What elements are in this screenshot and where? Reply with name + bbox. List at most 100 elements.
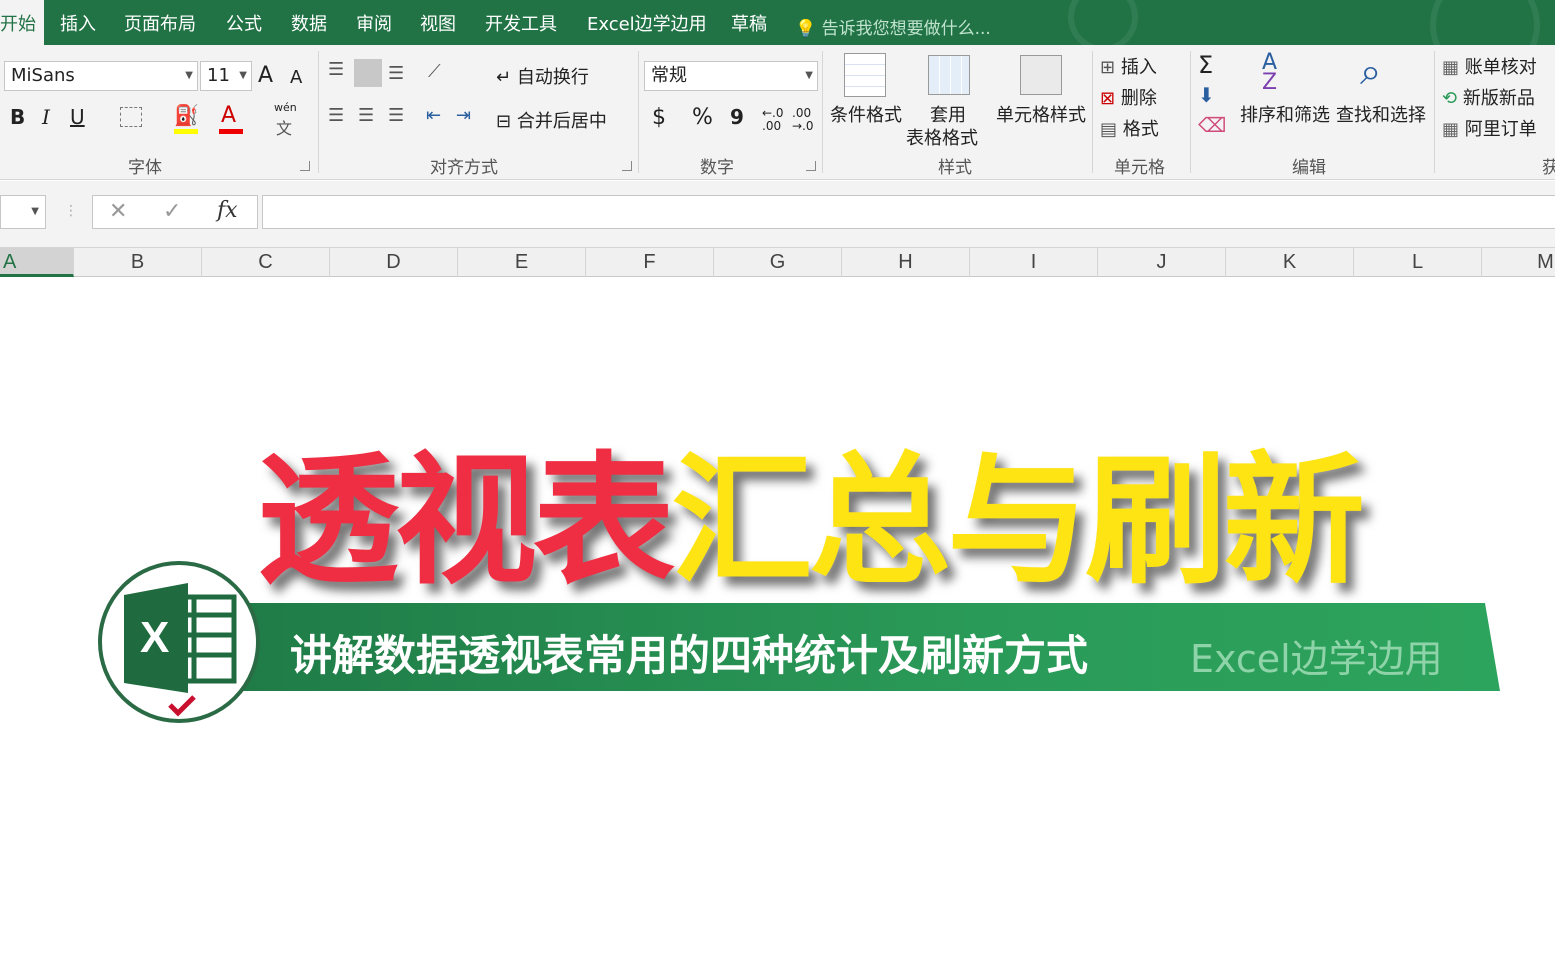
increase-decimal-icon[interactable]: ←.0.00	[762, 107, 784, 133]
fill-color-icon[interactable]: ⛽	[174, 103, 199, 127]
cell-styles-button[interactable]: 单元格样式	[996, 101, 1086, 127]
align-bottom-icon[interactable]: ☰	[388, 63, 404, 84]
tab-formulas[interactable]: 公式	[226, 0, 262, 45]
underline-button[interactable]: U	[70, 105, 85, 129]
chevron-down-icon: ▼	[185, 70, 193, 81]
number-dialog-launcher-icon[interactable]	[806, 161, 816, 171]
column-header-m[interactable]: M	[1482, 248, 1555, 277]
insert-function-button[interactable]: fx	[217, 198, 238, 223]
font-name-value: MiSans	[11, 65, 75, 86]
chevron-down-icon: ▼	[31, 206, 39, 217]
column-header-row: A B C D E F G H I J K L M	[0, 247, 1555, 277]
align-right-icon[interactable]: ☰	[388, 105, 404, 126]
format-cells-label: 格式	[1122, 119, 1159, 140]
column-header-a[interactable]: A	[0, 248, 74, 277]
font-size-select[interactable]: 11 ▼	[200, 61, 252, 91]
editing-group-label: 编辑	[1292, 158, 1326, 178]
tab-data[interactable]: 数据	[291, 0, 327, 45]
alignment-dialog-launcher-icon[interactable]	[622, 161, 632, 171]
bold-button[interactable]: B	[10, 105, 25, 129]
wrap-text-icon: ↵	[496, 67, 512, 88]
eraser-icon[interactable]: ⌫	[1198, 113, 1226, 137]
align-middle-icon[interactable]	[354, 59, 382, 87]
addin-item-3[interactable]: ▦ 阿里订单	[1442, 115, 1537, 141]
banner-brand: Excel边学边用	[1190, 637, 1443, 681]
font-color-button[interactable]: A	[221, 103, 236, 128]
column-header-g[interactable]: G	[714, 248, 842, 277]
name-box[interactable]: ▼	[0, 195, 46, 229]
cancel-icon[interactable]: ✕	[109, 199, 127, 224]
conditional-format-button[interactable]: 条件格式	[830, 101, 902, 127]
group-separator	[1434, 51, 1435, 173]
merge-center-button[interactable]: ⊟ 合并后居中	[496, 107, 607, 133]
number-format-select[interactable]: 常规 ▼	[644, 61, 818, 91]
column-header-j[interactable]: J	[1098, 248, 1226, 277]
tab-insert[interactable]: 插入	[60, 0, 96, 45]
column-header-d[interactable]: D	[330, 248, 458, 277]
insert-cells-button[interactable]: ⊞ 插入	[1100, 53, 1157, 79]
tab-excel-addin[interactable]: Excel边学边用	[587, 0, 707, 45]
insert-cells-label: 插入	[1120, 57, 1157, 78]
sort-filter-icon: AZ	[1262, 50, 1278, 95]
format-icon: ▤	[1100, 119, 1118, 140]
fill-down-icon[interactable]: ⬇	[1198, 83, 1215, 107]
column-header-f[interactable]: F	[586, 248, 714, 277]
addin-item-1[interactable]: ▦ 账单核对	[1442, 53, 1537, 79]
shrink-font-button[interactable]: A	[290, 67, 302, 88]
headline-red-text: 透视表	[257, 439, 675, 604]
increase-indent-icon[interactable]: ⇥	[456, 105, 471, 126]
conditional-format-icon	[844, 53, 886, 97]
wrap-text-button[interactable]: ↵ 自动换行	[496, 63, 589, 89]
percent-button[interactable]: %	[692, 105, 713, 130]
font-dialog-launcher-icon[interactable]	[300, 161, 310, 171]
align-top-icon[interactable]: ☰	[328, 59, 344, 80]
column-header-e[interactable]: E	[458, 248, 586, 277]
database-icon: ▦	[1442, 57, 1460, 78]
tab-view[interactable]: 视图	[420, 0, 456, 45]
find-select-button[interactable]: 查找和选择	[1336, 101, 1426, 127]
formula-bar: ▼ ⋮ ✕ ✓ fx	[0, 181, 1555, 247]
border-icon[interactable]	[120, 107, 142, 127]
addin-item-2[interactable]: ⟲ 新版新品	[1442, 84, 1535, 110]
align-left-icon[interactable]: ☰	[328, 105, 344, 126]
search-icon: ⌕	[1360, 49, 1382, 93]
currency-button[interactable]: $	[652, 105, 666, 130]
align-center-icon[interactable]: ☰	[358, 105, 374, 126]
orientation-icon[interactable]: ⟋	[428, 61, 441, 82]
phonetic-top-text: wén	[274, 101, 297, 114]
comma-style-button[interactable]: 9	[730, 105, 744, 129]
cells-group-label: 单元格	[1114, 158, 1165, 178]
font-name-select[interactable]: MiSans ▼	[4, 61, 198, 91]
excel-logo-letter: X	[140, 613, 170, 662]
column-header-k[interactable]: K	[1226, 248, 1354, 277]
sort-filter-button[interactable]: 排序和筛选	[1240, 101, 1330, 127]
confirm-icon[interactable]: ✓	[163, 199, 181, 224]
italic-button[interactable]: I	[42, 105, 50, 129]
tab-page-layout[interactable]: 页面布局	[124, 0, 196, 45]
wrap-text-label: 自动换行	[516, 67, 589, 88]
tab-review[interactable]: 审阅	[356, 0, 392, 45]
autosum-icon[interactable]: Σ	[1198, 51, 1213, 79]
tab-developer[interactable]: 开发工具	[485, 0, 557, 45]
column-header-b[interactable]: B	[74, 248, 202, 277]
column-header-c[interactable]: C	[202, 248, 330, 277]
format-as-table-label-2[interactable]: 表格格式	[906, 124, 978, 150]
tell-me-search[interactable]: 💡 告诉我您想要做什么...	[795, 14, 991, 39]
excel-logo: X	[98, 561, 260, 723]
delete-cells-label: 删除	[1120, 88, 1157, 109]
column-header-i[interactable]: I	[970, 248, 1098, 277]
grow-font-button[interactable]: A	[258, 63, 273, 88]
format-cells-button[interactable]: ▤ 格式	[1100, 115, 1159, 141]
decrease-decimal-icon[interactable]: .00 →.0	[792, 107, 814, 133]
chevron-down-icon: ▼	[805, 70, 813, 81]
column-header-l[interactable]: L	[1354, 248, 1482, 277]
decor-circle-icon	[1068, 0, 1138, 45]
tab-home[interactable]: 开始	[0, 0, 44, 45]
number-format-value: 常规	[651, 65, 687, 86]
tab-draft[interactable]: 草稿	[731, 0, 767, 45]
column-header-h[interactable]: H	[842, 248, 970, 277]
decrease-indent-icon[interactable]: ⇤	[426, 105, 441, 126]
formula-input[interactable]	[262, 195, 1555, 229]
phonetic-guide-button[interactable]: 文	[276, 115, 292, 139]
delete-cells-button[interactable]: ⊠ 删除	[1100, 84, 1157, 110]
